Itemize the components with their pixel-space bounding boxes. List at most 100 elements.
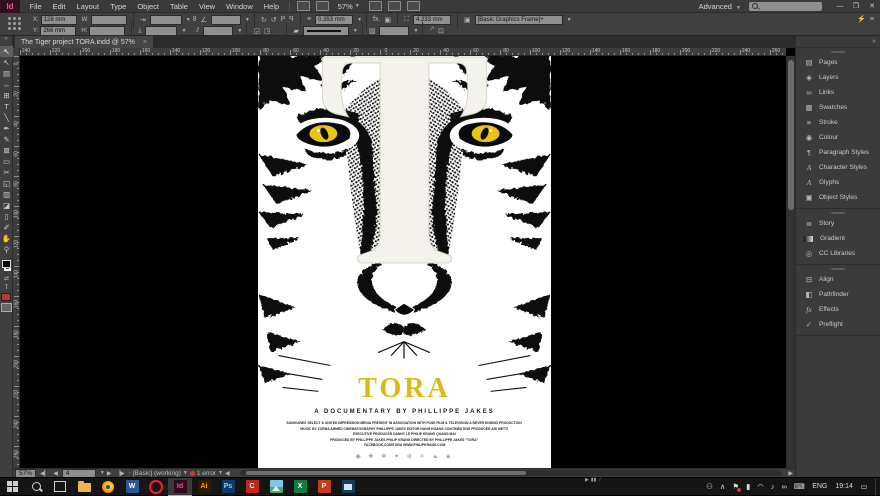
document-tab[interactable]: The Tiger project TORA.indd @ 57% × xyxy=(15,36,153,48)
select-content-icon[interactable]: ◳ xyxy=(264,27,271,35)
dock-group-handle[interactable] xyxy=(831,51,845,53)
object-style-field[interactable]: [Basic Graphics Frame]+ xyxy=(474,14,563,25)
close-tab-icon[interactable]: × xyxy=(143,39,147,46)
dock-group-handle[interactable] xyxy=(831,212,845,214)
file-explorer[interactable] xyxy=(72,478,96,496)
horizontal-scrollbar[interactable] xyxy=(239,470,783,476)
workspace-switcher[interactable]: Advanced ▼ xyxy=(699,2,741,11)
show-desktop-button[interactable] xyxy=(875,477,880,496)
stroke-type-field[interactable] xyxy=(302,25,349,36)
glyphs-panel[interactable]: A Glyphs xyxy=(796,175,880,190)
h-field[interactable] xyxy=(89,25,126,36)
type-tool[interactable]: T xyxy=(0,101,13,112)
preflight-profile[interactable]: [Basic] (working) xyxy=(133,470,181,477)
paragraph-styles-panel[interactable]: ¶ Paragraph Styles xyxy=(796,145,880,160)
menu-help[interactable]: Help xyxy=(258,2,284,11)
note-tool[interactable]: ▯ xyxy=(0,211,13,222)
opacity-icon[interactable]: ▨ xyxy=(369,27,376,35)
menu-table[interactable]: Table xyxy=(165,2,194,11)
gallery[interactable] xyxy=(336,478,360,496)
free-transform-tool[interactable]: ◱ xyxy=(0,178,13,189)
language-indicator[interactable]: ENG xyxy=(812,483,827,490)
horizontal-scrollbar-thumb[interactable] xyxy=(245,471,526,475)
quick-apply-lightning-icon[interactable]: ⚡ xyxy=(857,15,866,23)
line-tool[interactable]: ╲ xyxy=(0,112,13,123)
object-styles-panel[interactable]: ▣ Object Styles xyxy=(796,190,880,205)
effects-icon[interactable]: fx. xyxy=(373,16,380,23)
apply-color-button[interactable] xyxy=(1,293,11,301)
panel-menu-icon[interactable]: ≡ xyxy=(870,16,874,23)
story-panel[interactable]: ≣ Story xyxy=(796,216,880,231)
firefox[interactable] xyxy=(96,478,120,496)
last-page-button[interactable]: ▕▶ xyxy=(115,470,124,477)
fill-stroke-proxy[interactable] xyxy=(0,258,13,274)
menu-edit[interactable]: Edit xyxy=(47,2,71,11)
vertical-ruler[interactable]: 0 20 40 60 80 100 120 140 160 180 200 220 240 260 xyxy=(13,56,20,468)
stroke-weight-field[interactable]: 0.353 mm xyxy=(315,14,354,25)
fill-swatch[interactable] xyxy=(2,260,11,268)
indesign[interactable]: Id xyxy=(168,477,192,496)
dock-collapse-icon[interactable]: » xyxy=(872,38,876,45)
eyedropper-tool[interactable]: ✐ xyxy=(0,222,13,233)
creative-cloud[interactable]: C xyxy=(240,478,264,496)
formatting-affects-text-icon[interactable]: T xyxy=(0,283,13,292)
rotate-ccw-icon[interactable]: ↺ xyxy=(271,16,277,24)
swatches-panel[interactable]: ▦ Swatches xyxy=(796,100,880,115)
wrap-none-icon[interactable]: ⊡ xyxy=(438,27,444,35)
battery-icon[interactable]: ▮ xyxy=(746,482,750,491)
content-collector-tool[interactable]: ⊞ xyxy=(0,90,13,101)
stroke-panel[interactable]: ≡ Stroke xyxy=(796,115,880,130)
search-input[interactable] xyxy=(749,1,822,11)
link-icon[interactable]: ∞ xyxy=(782,482,787,491)
align-panel[interactable]: ⊟ Align xyxy=(796,272,880,287)
vertical-scrollbar[interactable] xyxy=(786,56,795,468)
page-tool[interactable]: ▤ xyxy=(0,68,13,79)
preflight-panel[interactable]: ✓ Preflight xyxy=(796,317,880,332)
pencil-tool[interactable]: ✎ xyxy=(0,134,13,145)
rectangle-tool[interactable]: ▭ xyxy=(0,156,13,167)
hand-tool[interactable]: ✋ xyxy=(0,233,13,244)
chevron-up-icon[interactable]: ∧ xyxy=(720,482,726,491)
keyboard-icon[interactable]: ⌨ xyxy=(794,482,805,491)
close-button[interactable]: ✕ xyxy=(864,1,880,12)
gradient-swatch-tool[interactable]: ▥ xyxy=(0,189,13,200)
menu-window[interactable]: Window xyxy=(221,2,259,11)
constrain-link-icon[interactable]: 8 xyxy=(193,16,197,23)
powerpoint[interactable]: P xyxy=(312,478,336,496)
scissors-tool[interactable]: ✂ xyxy=(0,167,13,178)
select-container-icon[interactable]: ◲ xyxy=(253,27,260,35)
menu-type[interactable]: Type xyxy=(105,2,132,11)
pages-panel[interactable]: ▤ Pages xyxy=(796,55,880,70)
rotation-angle-field[interactable] xyxy=(210,14,241,25)
photoshop[interactable]: Ps xyxy=(216,478,240,496)
menu-file[interactable]: File xyxy=(24,2,47,11)
pathfinder-panel[interactable]: ◧ Pathfinder xyxy=(796,287,880,302)
first-page-button[interactable]: ◀▏ xyxy=(40,470,49,477)
vertical-scrollbar-thumb[interactable] xyxy=(788,60,794,210)
effects-panel[interactable]: fx Effects xyxy=(796,302,880,317)
opacity-field[interactable] xyxy=(379,25,410,36)
photos[interactable] xyxy=(264,478,288,496)
shear-field[interactable] xyxy=(203,25,234,36)
screen-mode-icon[interactable] xyxy=(387,1,401,11)
layers-panel[interactable]: ◈ Layers xyxy=(796,70,880,85)
poster-page[interactable]: TORA A DOCUMENTARY BY PHILLIPPE JAKES SA… xyxy=(258,56,551,468)
horizontal-ruler[interactable]: 240 220 200 180 160 140 120 100 80 60 40 20 0 20 40 60 8… xyxy=(20,48,786,56)
bridge-icon[interactable] xyxy=(296,1,310,11)
menu-view[interactable]: View xyxy=(193,2,220,11)
scroll-right-arrow[interactable]: ▶ xyxy=(788,470,793,477)
tools-panel-collapse-icon[interactable]: » xyxy=(0,36,12,46)
character-styles-panel[interactable]: A Character Styles xyxy=(796,160,880,175)
wrap-icon[interactable]: 🡕 xyxy=(429,25,434,36)
volume-icon[interactable]: ♪ xyxy=(771,482,775,491)
links-panel[interactable]: ∞ Links xyxy=(796,85,880,100)
flip-vertical-icon[interactable]: P xyxy=(289,16,294,23)
people-icon[interactable]: ⚇ xyxy=(706,482,713,491)
cc-libraries-panel[interactable]: ◎ CC Libraries xyxy=(796,246,880,261)
next-page-button[interactable]: ▶ xyxy=(107,470,112,477)
rectangle-frame-tool[interactable]: ⊠ xyxy=(0,145,13,156)
minimize-button[interactable]: — xyxy=(832,1,848,12)
corner-radius-field[interactable]: 4.233 mm xyxy=(412,14,451,25)
x-field[interactable]: 128 mm xyxy=(40,14,77,25)
reference-point-proxy[interactable] xyxy=(8,17,22,31)
